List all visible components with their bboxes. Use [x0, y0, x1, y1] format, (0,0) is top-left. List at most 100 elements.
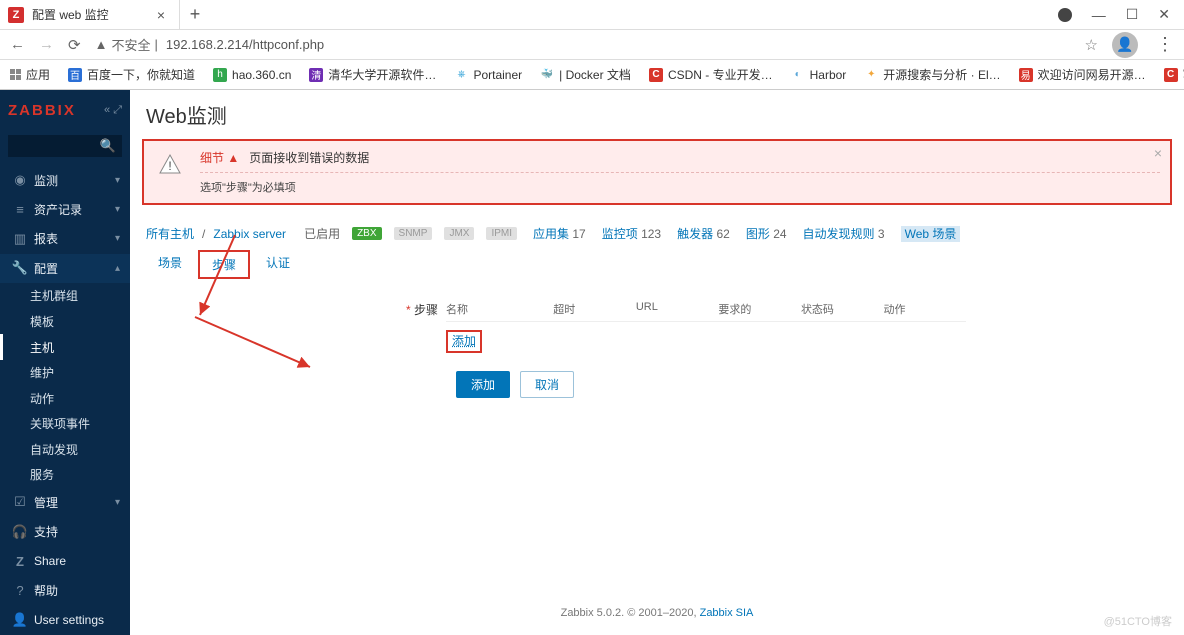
sub-item-correlation[interactable]: 关联项事件: [0, 411, 130, 437]
link-items[interactable]: 监控项: [602, 227, 638, 241]
col-timeout: 超时: [553, 301, 636, 317]
status-enabled: 已启用: [304, 225, 340, 242]
link-web-scenarios[interactable]: Web 场景: [901, 226, 961, 242]
svg-text:!: !: [168, 159, 171, 173]
bookmark-item[interactable]: 🐳| Docker 文档: [540, 66, 631, 83]
watermark: @51CTO博客: [1104, 613, 1172, 629]
nav-back-icon[interactable]: ←: [10, 36, 25, 53]
sidebar: ZABBIX « ⤢ 🔍 ◉监测▾ ≡资产记录▾ ▥报表▾ 🔧配置▴ 主机群组 …: [0, 90, 130, 635]
add-button[interactable]: 添加: [456, 371, 510, 398]
content: Web监测 × ! 细节 ▲ 页面接收到错误的数据 选项"步骤"为必填项 所有主…: [130, 90, 1184, 635]
nav-item-monitor[interactable]: ◉监测▾: [0, 165, 130, 194]
nav-item-admin[interactable]: ☑管理▾: [0, 488, 130, 517]
sub-item-templates[interactable]: 模板: [0, 309, 130, 335]
url-field[interactable]: ▲ 不安全 | 192.168.2.214/httpconf.php: [95, 35, 1071, 54]
steps-table: 名称 超时 URL 要求的 状态码 动作 添加: [446, 301, 966, 353]
chevron-down-icon: ▾: [115, 204, 120, 215]
sub-item-maintenance[interactable]: 维护: [0, 360, 130, 386]
sidebar-collapse-icon[interactable]: « ⤢: [104, 104, 122, 117]
nav-forward-icon[interactable]: →: [39, 36, 54, 53]
footer: Zabbix 5.0.2. © 2001–2020, Zabbix SIA: [146, 587, 1168, 629]
page-title: Web监测: [146, 100, 1168, 129]
browser-tab[interactable]: Z 配置 web 监控 ×: [0, 0, 180, 30]
nav-item-usersettings[interactable]: 👤User settings: [0, 606, 130, 635]
window-minimize-icon[interactable]: —: [1092, 7, 1106, 23]
link-triggers[interactable]: 触发器: [677, 227, 713, 241]
new-tab-button[interactable]: +: [180, 4, 210, 25]
footer-link[interactable]: Zabbix SIA: [700, 607, 754, 619]
nav-item-reports[interactable]: ▥报表▾: [0, 224, 130, 253]
bookmark-item[interactable]: 百百度一下，你就知道: [68, 66, 195, 83]
logo: ZABBIX: [8, 102, 76, 119]
nav-item-inventory[interactable]: ≡资产记录▾: [0, 195, 130, 224]
nav-reload-icon[interactable]: ⟳: [68, 36, 81, 54]
breadcrumb-host[interactable]: Zabbix server: [213, 227, 286, 241]
link-graphs[interactable]: 图形: [746, 227, 770, 241]
badge-snmp: SNMP: [394, 227, 433, 240]
col-status: 状态码: [801, 301, 884, 317]
bookmark-item[interactable]: ◐Harbor: [791, 68, 847, 82]
address-bar: ← → ⟳ ▲ 不安全 | 192.168.2.214/httpconf.php…: [0, 30, 1184, 60]
user-icon: 👤: [10, 612, 30, 628]
chevron-down-icon: ▾: [115, 175, 120, 186]
tab-steps[interactable]: 步骤: [198, 250, 250, 279]
close-tab-icon[interactable]: ×: [153, 7, 169, 23]
gear-icon: ☑: [10, 494, 30, 510]
tabs: 场景 步骤 认证: [146, 250, 1168, 279]
sub-item-discovery[interactable]: 自动发现: [0, 436, 130, 462]
tab-auth[interactable]: 认证: [254, 250, 302, 279]
warning-icon: !: [154, 149, 186, 181]
bookmark-item[interactable]: ✦开源搜索与分析 · El…: [864, 66, 1000, 83]
breadcrumb: 所有主机 / Zabbix server 已启用 ZBX SNMP JMX IP…: [146, 225, 1168, 242]
window-close-icon[interactable]: ✕: [1158, 6, 1170, 23]
link-discovery[interactable]: 自动发现规则: [803, 227, 875, 241]
error-message: × ! 细节 ▲ 页面接收到错误的数据 选项"步骤"为必填项: [142, 139, 1172, 205]
main-panel: * 步骤 名称 超时 URL 要求的 状态码 动作 添加 添加 取消: [146, 285, 1168, 629]
share-icon: Z: [10, 554, 30, 569]
bookmark-star-icon[interactable]: ☆: [1085, 36, 1098, 54]
help-icon: ?: [10, 583, 30, 598]
error-title: 页面接收到错误的数据: [249, 151, 369, 165]
error-detail-toggle[interactable]: 细节 ▲: [200, 151, 239, 165]
search-icon[interactable]: 🔍: [100, 138, 116, 154]
nav-item-support[interactable]: 🎧支持: [0, 517, 130, 546]
bookmark-item[interactable]: 易欢迎访问网易开源…: [1019, 66, 1146, 83]
browser-menu-icon[interactable]: ⋮: [1156, 34, 1174, 55]
nav-item-help[interactable]: ?帮助: [0, 576, 130, 605]
bookmark-item[interactable]: hhao.360.cn: [213, 68, 291, 82]
favicon-icon: Z: [8, 7, 24, 23]
sub-item-hosts[interactable]: 主机: [0, 334, 130, 360]
badge-ipmi: IPMI: [486, 227, 517, 240]
list-icon: ≡: [10, 202, 30, 217]
bookmark-item[interactable]: 清清华大学开源软件…: [309, 66, 436, 83]
col-name: 名称: [446, 301, 553, 317]
bookmarks-bar: 应用 百百度一下，你就知道 hhao.360.cn 清清华大学开源软件… ⎈Po…: [0, 60, 1184, 90]
add-step-link[interactable]: 添加: [446, 330, 482, 353]
col-required: 要求的: [718, 301, 801, 317]
chart-icon: ▥: [10, 231, 30, 247]
chevron-up-icon: ▴: [115, 263, 120, 274]
wrench-icon: 🔧: [10, 260, 30, 276]
bookmark-item[interactable]: C写文章-CSDN博客: [1164, 66, 1184, 83]
bookmark-item[interactable]: ⎈Portainer: [454, 68, 522, 82]
nav-item-share[interactable]: ZShare: [0, 547, 130, 576]
sub-item-actions[interactable]: 动作: [0, 385, 130, 411]
badge-zbx: ZBX: [352, 227, 381, 240]
sub-item-hostgroups[interactable]: 主机群组: [0, 283, 130, 309]
insecure-icon: ▲ 不安全 |: [95, 35, 158, 54]
profile-avatar-icon[interactable]: 👤: [1112, 32, 1138, 58]
tab-title: 配置 web 监控: [32, 6, 153, 23]
badge-jmx: JMX: [444, 227, 474, 240]
close-error-icon[interactable]: ×: [1154, 145, 1162, 161]
tab-scenario[interactable]: 场景: [146, 250, 194, 279]
link-applications[interactable]: 应用集: [533, 227, 569, 241]
nav-item-config[interactable]: 🔧配置▴: [0, 254, 130, 283]
sub-item-services[interactable]: 服务: [0, 462, 130, 488]
chevron-down-icon: ▾: [115, 233, 120, 244]
col-url: URL: [636, 301, 719, 317]
window-maximize-icon[interactable]: ☐: [1126, 6, 1139, 23]
apps-button[interactable]: 应用: [10, 66, 50, 83]
cancel-button[interactable]: 取消: [520, 371, 574, 398]
breadcrumb-all-hosts[interactable]: 所有主机: [146, 227, 194, 241]
bookmark-item[interactable]: CCSDN - 专业开发…: [649, 66, 773, 83]
